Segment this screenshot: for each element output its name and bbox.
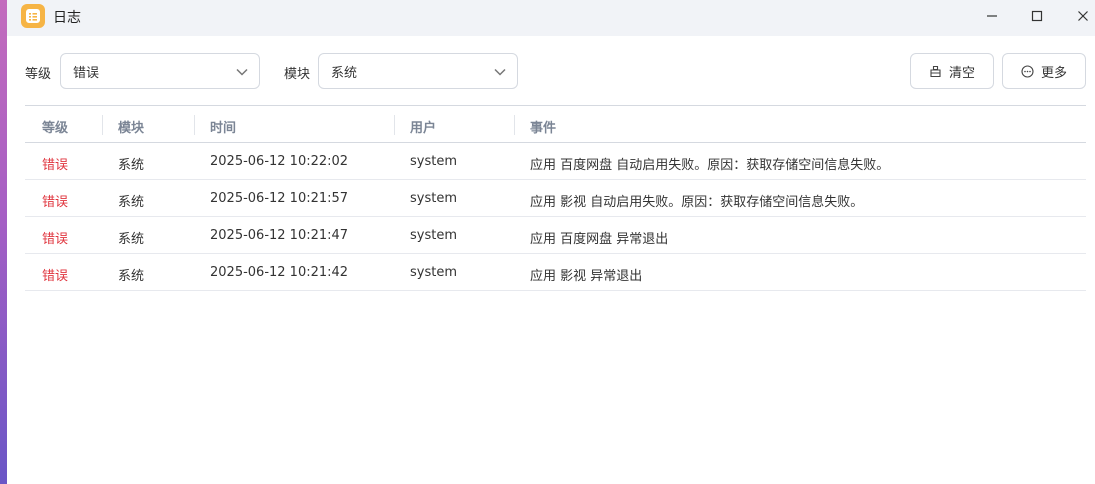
cell-module: 系统	[118, 269, 145, 284]
log-window: 日志 等级 错误 模块 系统 清空 更多 等级 模块 时间 用户 事件 错误 系…	[7, 0, 1095, 484]
module-select[interactable]: 系统	[318, 53, 518, 89]
cell-user: system	[410, 191, 457, 206]
maximize-button[interactable]	[1019, 3, 1055, 29]
module-filter-label: 模块	[284, 67, 311, 82]
level-filter-label: 等级	[25, 67, 52, 82]
clear-button[interactable]: 清空	[910, 53, 994, 89]
broom-icon	[930, 65, 941, 77]
close-icon	[1078, 11, 1088, 21]
maximize-icon	[1031, 10, 1043, 22]
table-row[interactable]: 错误 系统 2025-06-12 10:22:02 system 应用 百度网盘…	[25, 143, 1086, 180]
column-header-level[interactable]: 等级	[42, 117, 68, 136]
cell-event: 应用 百度网盘 自动启用失败。原因：获取存储空间信息失败。	[530, 158, 890, 173]
close-button[interactable]	[1065, 3, 1095, 29]
cell-user: system	[410, 154, 457, 169]
cell-event: 应用 影视 异常退出	[530, 269, 643, 284]
column-header-module[interactable]: 模块	[118, 117, 144, 136]
cell-module: 系统	[118, 232, 145, 247]
cell-level: 错误	[42, 232, 69, 247]
minimize-icon	[987, 15, 997, 17]
log-table: 等级 模块 时间 用户 事件 错误 系统 2025-06-12 10:22:02…	[25, 105, 1086, 291]
cell-event: 应用 影视 自动启用失败。原因：获取存储空间信息失败。	[530, 195, 864, 210]
more-button-label: 更多	[1040, 65, 1067, 81]
log-app-icon	[21, 4, 45, 28]
cell-level: 错误	[42, 158, 69, 173]
chevron-down-icon	[494, 68, 506, 76]
column-header-user[interactable]: 用户	[410, 117, 436, 136]
table-row[interactable]: 错误 系统 2025-06-12 10:21:42 system 应用 影视 异…	[25, 254, 1086, 291]
column-divider	[194, 115, 195, 135]
cell-time: 2025-06-12 10:21:42	[210, 265, 349, 280]
cell-time: 2025-06-12 10:21:47	[210, 228, 349, 243]
window-title: 日志	[53, 10, 81, 26]
more-button[interactable]: 更多	[1002, 53, 1086, 89]
cell-user: system	[410, 228, 457, 243]
cell-time: 2025-06-12 10:21:57	[210, 191, 349, 206]
filter-bar: 等级 错误 模块 系统 清空 更多	[7, 53, 1095, 89]
level-select-value: 错误	[73, 65, 100, 81]
table-row[interactable]: 错误 系统 2025-06-12 10:21:57 system 应用 影视 自…	[25, 180, 1086, 217]
table-header: 等级 模块 时间 用户 事件	[25, 105, 1086, 143]
column-divider	[514, 115, 515, 135]
more-icon	[1021, 64, 1034, 78]
column-header-event[interactable]: 事件	[530, 117, 556, 136]
titlebar: 日志	[7, 0, 1095, 36]
module-select-value: 系统	[331, 65, 358, 81]
cell-level: 错误	[42, 195, 69, 210]
table-row[interactable]: 错误 系统 2025-06-12 10:21:47 system 应用 百度网盘…	[25, 217, 1086, 254]
column-divider	[102, 115, 103, 135]
cell-module: 系统	[118, 195, 145, 210]
cell-event: 应用 百度网盘 异常退出	[530, 232, 669, 247]
column-header-time[interactable]: 时间	[210, 117, 236, 136]
cell-user: system	[410, 265, 457, 280]
column-divider	[394, 115, 395, 135]
minimize-button[interactable]	[974, 3, 1010, 29]
level-select[interactable]: 错误	[60, 53, 260, 89]
cell-level: 错误	[42, 269, 69, 284]
clear-button-label: 清空	[948, 65, 975, 81]
cell-module: 系统	[118, 158, 145, 173]
cell-time: 2025-06-12 10:22:02	[210, 154, 349, 169]
desktop-edge	[0, 0, 7, 484]
chevron-down-icon	[236, 68, 248, 76]
